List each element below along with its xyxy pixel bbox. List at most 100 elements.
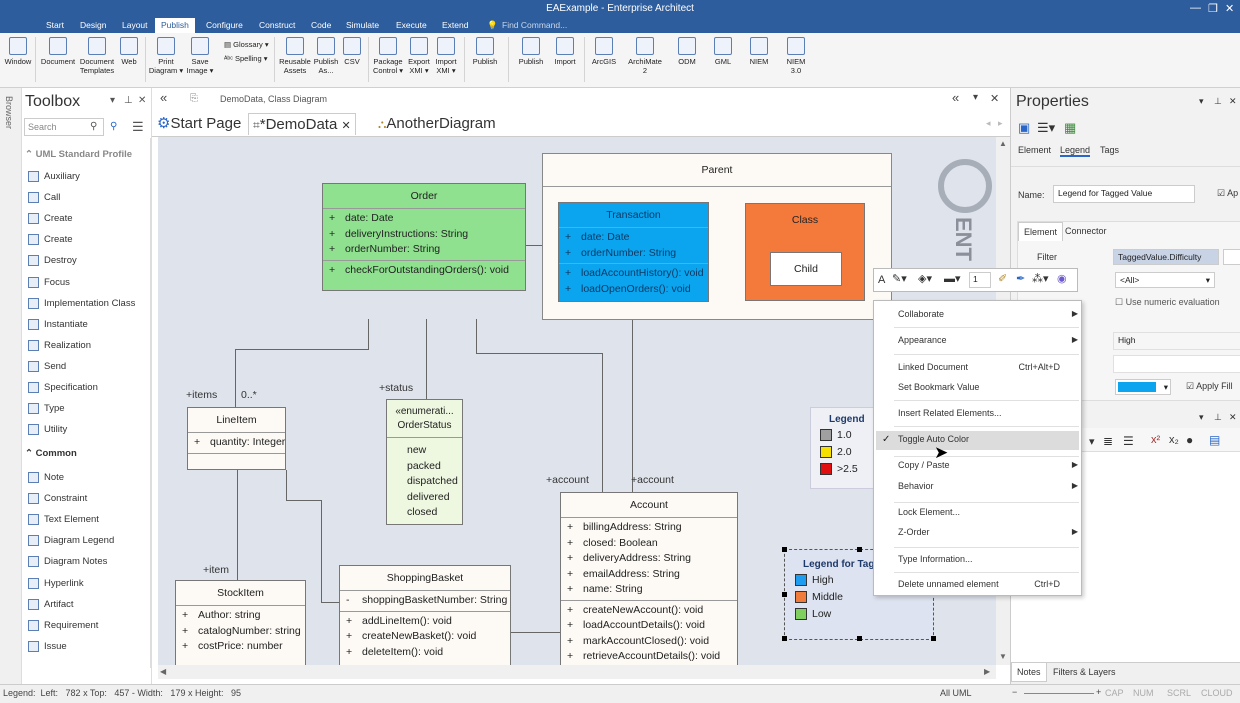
toolbox-item[interactable]: Diagram Notes	[28, 552, 107, 572]
name-field[interactable]: Legend for Tagged Value	[1053, 185, 1195, 203]
toolbox-item[interactable]: Type	[28, 399, 65, 419]
legend-box[interactable]: Legend 1.0 2.0 >2.5	[810, 407, 874, 489]
zoom-out-icon[interactable]: −	[1012, 687, 1017, 697]
toolbox-item[interactable]: Destroy	[28, 251, 77, 271]
pen-icon[interactable]: ✒	[1016, 272, 1025, 285]
close-icon[interactable]: ✕	[341, 120, 350, 132]
context-menu-item[interactable]: Collaborate ▶	[898, 309, 1078, 319]
class-box[interactable]: Class Child	[745, 203, 865, 301]
context-menu-item[interactable]: Delete unnamed element Ctrl+D	[898, 579, 1078, 589]
filter-browse-button[interactable]	[1223, 249, 1240, 265]
scroll-up-icon[interactable]: ▲	[999, 139, 1007, 148]
palette-icon[interactable]: ◉	[1057, 272, 1067, 285]
archimate-button[interactable]: ArchiMate 2	[625, 37, 665, 75]
color-icon[interactable]: ●	[1186, 433, 1193, 447]
toolbox-item[interactable]: Implementation Class	[28, 294, 135, 314]
subtab-element[interactable]: Element	[1018, 222, 1064, 241]
search-icon[interactable]: ⚲	[90, 121, 97, 132]
toolbox-scrollbar[interactable]	[150, 138, 151, 668]
apply-checkbox[interactable]: ☑ Ap	[1217, 188, 1238, 199]
connector-line[interactable]	[235, 349, 369, 350]
connector-line[interactable]	[321, 602, 341, 603]
lineitem-class[interactable]: LineItem + quantity: Integer	[187, 407, 286, 470]
scroll-right-icon[interactable]: ▶	[984, 667, 990, 676]
menu-icon[interactable]: ☰▾	[1037, 120, 1055, 136]
line-color-icon[interactable]: ▬▾	[944, 272, 961, 285]
brush-icon[interactable]: ✐	[998, 272, 1007, 285]
connector-line[interactable]	[237, 470, 238, 580]
fill-color-icon[interactable]: ◈▾	[918, 272, 932, 285]
publish-button-2[interactable]: Publish	[516, 37, 546, 66]
shoppingbasket-class[interactable]: ShoppingBasket - shoppingBasketNumber: St…	[339, 565, 511, 665]
web-button[interactable]: Web	[117, 37, 141, 66]
tab-notes[interactable]: Notes	[1011, 663, 1047, 682]
connector-line[interactable]	[510, 632, 560, 633]
toolbox-item[interactable]: Auxiliary	[28, 167, 80, 187]
toolbox-item[interactable]: Send	[28, 357, 66, 377]
arcgis-button[interactable]: ArcGIS	[589, 37, 619, 66]
close-icon[interactable]: ✕	[1225, 2, 1234, 15]
tab-scroll-right-icon[interactable]: ▸	[998, 118, 1003, 129]
publish-as-button[interactable]: Publish As...	[313, 37, 339, 75]
font-icon[interactable]: A	[878, 274, 885, 286]
child-box[interactable]: Child	[770, 252, 842, 286]
export-xmi-button[interactable]: Export XMI ▾	[406, 37, 432, 75]
close-icon[interactable]: ✕	[1229, 412, 1237, 423]
chevron-down-icon[interactable]: ▾	[110, 95, 115, 106]
chevron-down-icon[interactable]: ▾	[1199, 412, 1204, 423]
bullet-list-icon[interactable]: ☰	[1123, 434, 1134, 448]
resize-handle[interactable]	[931, 636, 936, 641]
import-button[interactable]: Import	[551, 37, 579, 66]
transaction-class[interactable]: Transaction + date: Date + orderNumber: St…	[558, 202, 709, 302]
pin-icon[interactable]: ⊥	[1214, 412, 1222, 423]
account-class[interactable]: Account + billingAddress: String + closed:…	[560, 492, 738, 665]
toolbox-item[interactable]: Realization	[28, 336, 91, 356]
connector-line[interactable]	[321, 500, 322, 602]
toolbox-item[interactable]: Create	[28, 230, 73, 250]
subscript-icon[interactable]: x₂	[1169, 434, 1179, 446]
tab-start-page[interactable]: ⚙Start Page	[157, 113, 241, 135]
filter-field[interactable]: TaggedValue.Difficulty	[1113, 249, 1219, 265]
zoom-in-icon[interactable]: +	[1096, 687, 1101, 697]
connector-line[interactable]	[476, 319, 477, 353]
toolbox-item[interactable]: Call	[28, 188, 60, 208]
toolbox-item[interactable]: Hyperlink	[28, 574, 84, 594]
context-menu-item[interactable]: Lock Element...	[898, 507, 1078, 517]
connector-line[interactable]	[476, 353, 602, 354]
tab-configure[interactable]: Configure	[206, 18, 243, 33]
toolbox-item[interactable]: Artifact	[28, 595, 74, 615]
subtab-connector[interactable]: Connector	[1065, 226, 1107, 236]
order-class[interactable]: Order + date: Date + deliveryInstructions:…	[322, 183, 526, 291]
connector-line[interactable]	[286, 470, 287, 500]
window-button[interactable]: Window	[3, 37, 33, 66]
tab-construct[interactable]: Construct	[259, 18, 295, 33]
context-menu-item[interactable]: Copy / Paste ▶	[898, 460, 1078, 470]
fill-color-select[interactable]: ▾	[1115, 379, 1171, 395]
find-command[interactable]: Find Command...	[502, 18, 567, 33]
stockitem-class[interactable]: StockItem + Author: string + catalogNumber…	[175, 580, 306, 665]
toolbox-item[interactable]: Instantiate	[28, 315, 88, 335]
tab-start[interactable]: Start	[46, 18, 64, 33]
glossary-button[interactable]: ▤ Glossary ▾	[224, 40, 269, 49]
minimize-icon[interactable]: —	[1190, 2, 1201, 14]
connector-line[interactable]	[632, 302, 633, 492]
tab-publish[interactable]: Publish	[155, 18, 195, 33]
tab-scroll-left-icon[interactable]: ◂	[986, 118, 991, 129]
chevron-down-icon[interactable]: ▾	[1089, 435, 1095, 448]
resize-handle[interactable]	[857, 636, 862, 641]
connector-line[interactable]	[286, 500, 321, 501]
style-icon[interactable]: ⁂▾	[1032, 272, 1049, 285]
orderstatus-enum[interactable]: «enumerati... OrderStatus new packed dis…	[386, 399, 463, 525]
diagram-canvas[interactable]: Parent Order + date: Date + deliveryInstru…	[158, 137, 996, 665]
toolbox-section-common[interactable]: ⌃ Common	[25, 448, 77, 459]
close-icon[interactable]: ✕	[1229, 96, 1237, 107]
package-control-button[interactable]: Package Control ▾	[370, 37, 406, 75]
font-color-icon[interactable]: ✎▾	[892, 272, 907, 285]
connector-line[interactable]	[368, 319, 369, 349]
toolbox-item[interactable]: Diagram Legend	[28, 531, 114, 551]
close-icon[interactable]: ✕	[990, 92, 999, 105]
tab-code[interactable]: Code	[311, 18, 331, 33]
document-templates-button[interactable]: Document Templates	[77, 37, 117, 75]
zoom-slider[interactable]	[1024, 693, 1094, 694]
tab-anotherdiagram[interactable]: ⛬AnotherDiagram	[378, 113, 496, 135]
